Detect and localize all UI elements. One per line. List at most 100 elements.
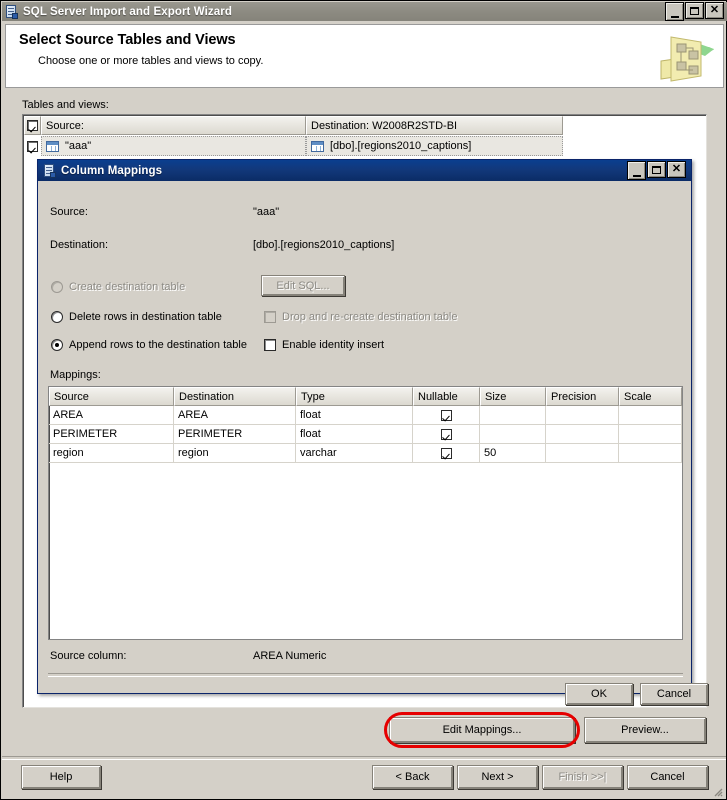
mappings-label: Mappings: bbox=[50, 369, 101, 381]
help-button[interactable]: Help bbox=[21, 765, 101, 789]
mappings-col-destination[interactable]: Destination bbox=[174, 387, 296, 406]
source-column-label: Source column: bbox=[50, 650, 127, 662]
cell-scale[interactable] bbox=[619, 406, 682, 425]
enable-identity-insert-checkbox[interactable] bbox=[264, 339, 276, 351]
table-icon bbox=[46, 140, 59, 152]
cell-precision[interactable] bbox=[546, 444, 619, 463]
select-all-checkbox[interactable] bbox=[27, 120, 38, 131]
page-title: Select Source Tables and Views bbox=[19, 32, 236, 48]
dialog-close-button[interactable]: ✕ bbox=[667, 161, 686, 178]
dialog-minimize-button[interactable] bbox=[627, 161, 646, 180]
cell-source[interactable]: AREA bbox=[49, 406, 174, 425]
mappings-grid[interactable]: Source Destination Type Nullable Size Pr… bbox=[48, 386, 683, 640]
radio-append-rows[interactable] bbox=[51, 339, 63, 351]
window-title-bar: SQL Server Import and Export Wizard ✕ bbox=[2, 2, 727, 21]
edit-mappings-highlight bbox=[384, 712, 580, 748]
nullable-checkbox[interactable] bbox=[440, 409, 452, 421]
back-button[interactable]: < Back bbox=[372, 765, 453, 789]
finish-button: Finish >>| bbox=[542, 765, 623, 789]
destination-value: [dbo].[regions2010_captions] bbox=[253, 239, 395, 251]
option-create-destination-table: Create destination table bbox=[51, 281, 185, 293]
mappings-col-precision[interactable]: Precision bbox=[546, 387, 619, 406]
option-label: Append rows to the destination table bbox=[69, 339, 247, 351]
row-select-cell[interactable] bbox=[24, 136, 41, 156]
cell-destination[interactable]: PERIMETER bbox=[174, 425, 296, 444]
dialog-title: Column Mappings bbox=[61, 164, 163, 177]
row-source-label: "aaa" bbox=[65, 140, 92, 152]
source-column-header[interactable]: Source: bbox=[41, 116, 306, 135]
checkbox-enable-identity-insert[interactable]: Enable identity insert bbox=[264, 339, 384, 351]
dialog-maximize-button[interactable] bbox=[647, 161, 666, 178]
source-column-value: AREA Numeric bbox=[253, 650, 327, 662]
cell-scale[interactable] bbox=[619, 444, 682, 463]
destination-label: Destination: bbox=[50, 239, 109, 251]
table-icon bbox=[311, 140, 324, 152]
row-destination-cell[interactable]: [dbo].[regions2010_captions] bbox=[306, 136, 563, 156]
column-mappings-dialog: Column Mappings ✕ Source: "aaa" Destinat… bbox=[37, 159, 708, 705]
row-source-cell[interactable]: "aaa" bbox=[41, 136, 306, 156]
row-destination-label: [dbo].[regions2010_captions] bbox=[330, 140, 472, 152]
cancel-button[interactable]: Cancel bbox=[640, 683, 708, 705]
option-label: Delete rows in destination table bbox=[69, 311, 222, 323]
tables-and-views-list[interactable]: Source: Destination: W2008R2STD-BI "aaa"… bbox=[22, 114, 708, 708]
checkbox-drop-recreate: Drop and re-create destination table bbox=[264, 311, 458, 323]
cell-scale[interactable] bbox=[619, 425, 682, 444]
cell-type[interactable]: varchar bbox=[296, 444, 413, 463]
cell-nullable[interactable] bbox=[413, 425, 480, 444]
cell-source[interactable]: PERIMETER bbox=[49, 425, 174, 444]
maximize-button[interactable] bbox=[685, 2, 704, 19]
resize-grip[interactable] bbox=[711, 785, 723, 797]
nullable-checkbox[interactable] bbox=[440, 447, 452, 459]
list-header-row: Source: Destination: W2008R2STD-BI bbox=[24, 116, 563, 135]
cell-size[interactable] bbox=[480, 425, 546, 444]
mappings-col-type[interactable]: Type bbox=[296, 387, 413, 406]
checkbox-label: Drop and re-create destination table bbox=[282, 311, 458, 323]
next-button[interactable]: Next > bbox=[457, 765, 538, 789]
cell-nullable[interactable] bbox=[413, 406, 480, 425]
mappings-col-nullable[interactable]: Nullable bbox=[413, 387, 480, 406]
cell-type[interactable]: float bbox=[296, 425, 413, 444]
wizard-cancel-button[interactable]: Cancel bbox=[627, 765, 708, 789]
ok-button[interactable]: OK bbox=[565, 683, 633, 705]
cell-destination[interactable]: region bbox=[174, 444, 296, 463]
mappings-header-row: Source Destination Type Nullable Size Pr… bbox=[49, 387, 682, 406]
mappings-row[interactable]: AREA AREA float bbox=[49, 406, 682, 425]
tables-and-views-label: Tables and views: bbox=[22, 99, 109, 111]
table-row[interactable]: "aaa" [dbo].[regions2010_captions] bbox=[24, 136, 563, 156]
radio-create-destination-table bbox=[51, 281, 63, 293]
preview-button[interactable]: Preview... bbox=[584, 717, 706, 743]
cell-nullable[interactable] bbox=[413, 444, 480, 463]
cell-precision[interactable] bbox=[546, 406, 619, 425]
cell-size[interactable]: 50 bbox=[480, 444, 546, 463]
mappings-col-source[interactable]: Source bbox=[49, 387, 174, 406]
row-checkbox[interactable] bbox=[27, 140, 38, 152]
cell-type[interactable]: float bbox=[296, 406, 413, 425]
minimize-button[interactable] bbox=[665, 2, 684, 21]
cell-source[interactable]: region bbox=[49, 444, 174, 463]
dialog-divider bbox=[48, 673, 683, 677]
cell-precision[interactable] bbox=[546, 425, 619, 444]
select-all-header[interactable] bbox=[24, 116, 41, 135]
option-append-rows[interactable]: Append rows to the destination table bbox=[51, 339, 247, 351]
mappings-row[interactable]: region region varchar 50 bbox=[49, 444, 682, 463]
cell-size[interactable] bbox=[480, 406, 546, 425]
mappings-row[interactable]: PERIMETER PERIMETER float bbox=[49, 425, 682, 444]
radio-delete-rows[interactable] bbox=[51, 311, 63, 323]
mappings-col-size[interactable]: Size bbox=[480, 387, 546, 406]
source-label: Source: bbox=[50, 206, 88, 218]
checkbox-label: Enable identity insert bbox=[282, 339, 385, 351]
window-controls: ✕ bbox=[664, 2, 727, 21]
footer-divider bbox=[2, 756, 726, 760]
dialog-title-bar: Column Mappings ✕ bbox=[38, 160, 691, 181]
drop-recreate-checkbox bbox=[264, 311, 276, 323]
option-label: Create destination table bbox=[69, 281, 186, 293]
mappings-col-scale[interactable]: Scale bbox=[619, 387, 682, 406]
dialog-window-controls: ✕ bbox=[626, 161, 689, 180]
nullable-checkbox[interactable] bbox=[440, 428, 452, 440]
source-value: "aaa" bbox=[253, 206, 280, 218]
wizard-window: SQL Server Import and Export Wizard ✕ Se… bbox=[0, 0, 727, 800]
destination-column-header[interactable]: Destination: W2008R2STD-BI bbox=[306, 116, 563, 135]
cell-destination[interactable]: AREA bbox=[174, 406, 296, 425]
close-button[interactable]: ✕ bbox=[705, 2, 724, 19]
option-delete-rows[interactable]: Delete rows in destination table bbox=[51, 311, 222, 323]
